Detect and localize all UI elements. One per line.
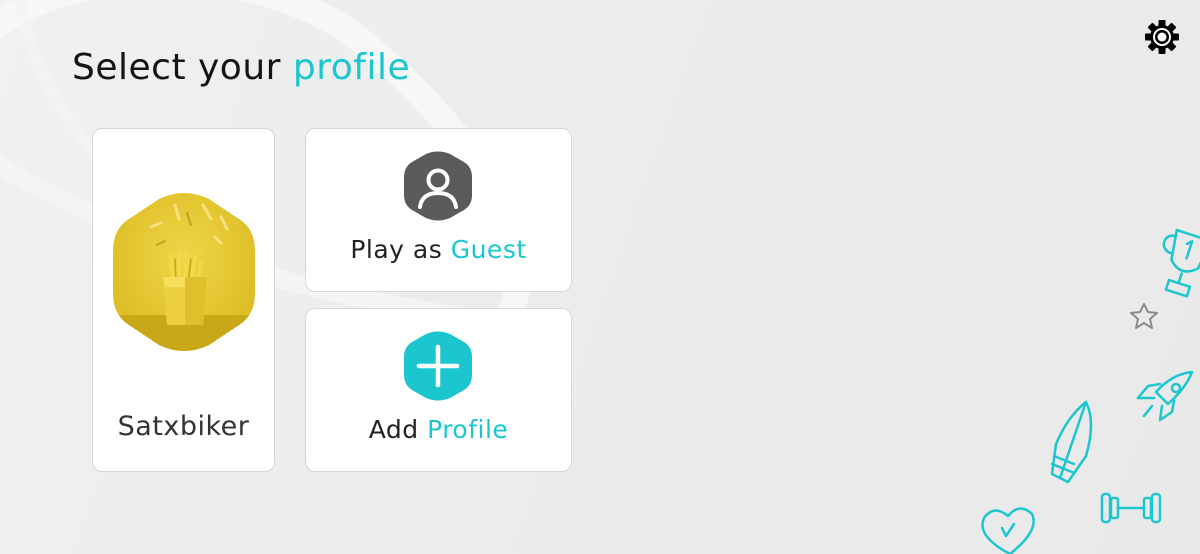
profile-card-satxbiker[interactable]: Satxbiker [92,128,275,472]
guest-label: Play as Guest [306,235,571,264]
add-profile-label-prefix: Add [368,415,428,444]
play-as-guest-card[interactable]: Play as Guest [305,128,572,292]
star-icon [1130,303,1158,329]
user-icon [404,151,472,221]
trophy-icon [1162,228,1200,298]
add-profile-label: Add Profile [306,415,571,444]
page-title-accent: profile [292,47,411,88]
gear-icon [1145,20,1179,54]
heart-icon [981,507,1035,554]
rocket-icon [1136,370,1194,422]
surfboard-icon [1050,400,1093,484]
plus-icon [404,331,472,401]
profile-avatar [113,193,255,351]
page-title-prefix: Select your [72,47,293,88]
add-profile-card[interactable]: Add Profile [305,308,572,472]
decorative-doodles [981,228,1200,554]
guest-label-accent: Guest [450,235,527,264]
add-profile-label-accent: Profile [427,415,509,444]
profile-name: Satxbiker [117,411,250,442]
dumbbell-icon [1100,492,1162,524]
guest-label-prefix: Play as [350,235,451,264]
settings-button[interactable] [1142,17,1182,57]
page-title: Select your profile [72,46,410,89]
